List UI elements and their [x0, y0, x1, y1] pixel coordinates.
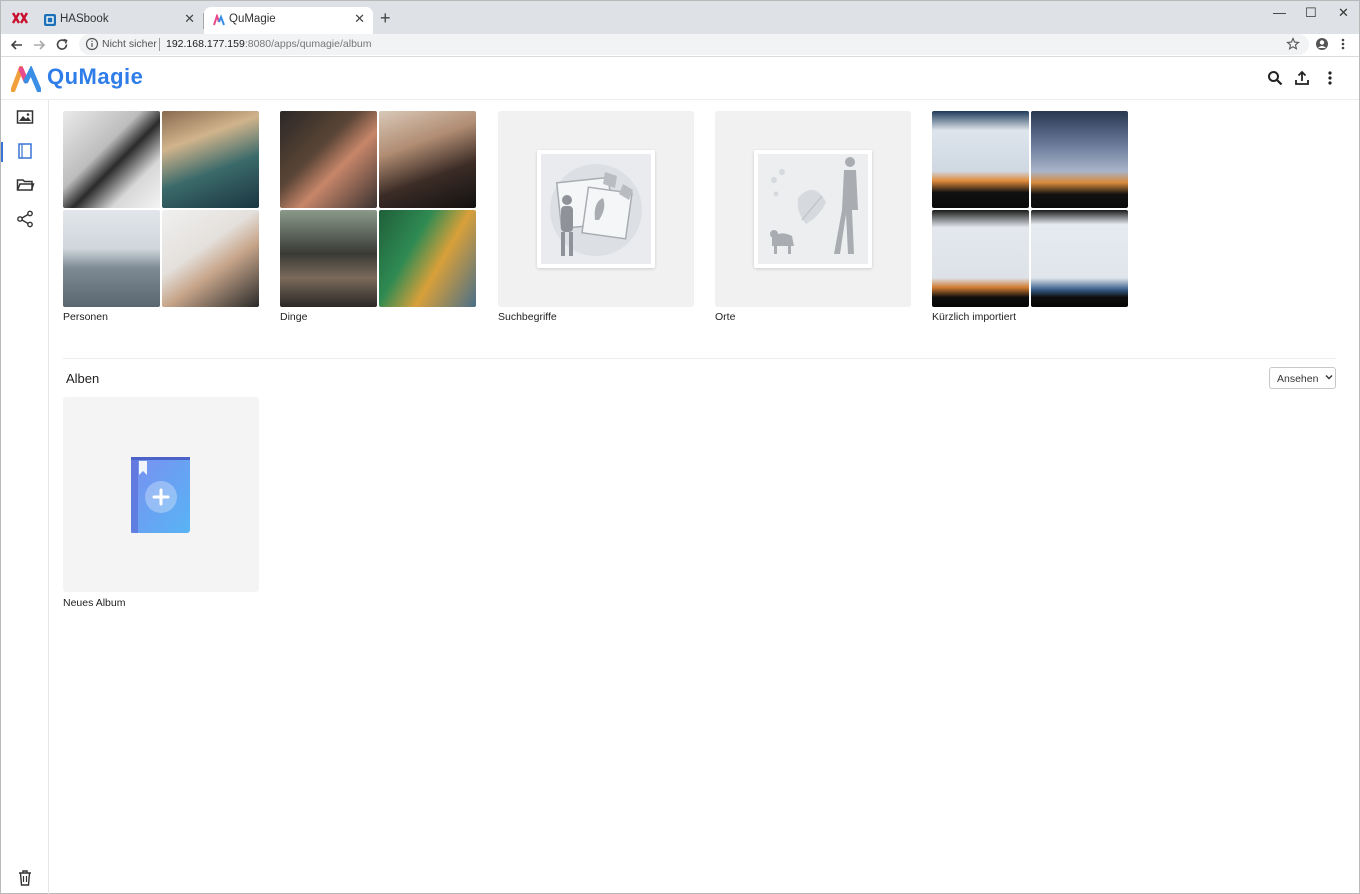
- thing-photo: [379, 111, 476, 208]
- bookmark-star-icon[interactable]: [1286, 37, 1300, 51]
- imported-photo: [1031, 210, 1128, 307]
- tab-title: QuMagie: [229, 13, 276, 25]
- info-icon[interactable]: [85, 37, 99, 51]
- tile-label: Personen: [63, 311, 108, 323]
- tile-label: Orte: [715, 311, 735, 323]
- left-sidebar: [1, 100, 49, 894]
- omnibox-divider: [159, 38, 160, 51]
- tile-orte[interactable]: [715, 111, 911, 307]
- tab-hasbook[interactable]: HASbook ✕: [35, 7, 203, 34]
- trash-icon[interactable]: [17, 869, 33, 887]
- active-indicator: [1, 142, 3, 162]
- thing-photo: [280, 210, 377, 307]
- photos-icon[interactable]: [15, 107, 35, 127]
- chevron-down-icon: [1324, 372, 1334, 382]
- places-illustration: [754, 150, 872, 268]
- tags-placeholder-icon: [537, 150, 655, 268]
- address-bar[interactable]: Nicht sicher 192.168.177.159:8080/apps/q…: [79, 34, 1309, 55]
- tile-label: Kürzlich importiert: [932, 311, 1016, 323]
- view-dropdown-button[interactable]: Ansehen: [1269, 367, 1336, 389]
- person-photo: [162, 210, 259, 307]
- tile-dinge[interactable]: [280, 111, 476, 307]
- tile-label: Suchbegriffe: [498, 311, 557, 323]
- more-options-icon[interactable]: [1322, 70, 1338, 86]
- tab-title: HASbook: [60, 13, 109, 25]
- x-logo-icon[interactable]: [11, 10, 29, 26]
- imported-photo: [932, 111, 1029, 208]
- person-photo: [162, 111, 259, 208]
- tile-label: Dinge: [280, 311, 307, 323]
- tile-personen[interactable]: [63, 111, 259, 307]
- minimize-icon[interactable]: —: [1273, 5, 1286, 20]
- thing-photo: [280, 111, 377, 208]
- person-photo: [63, 111, 160, 208]
- security-label: Nicht sicher: [102, 38, 157, 50]
- share-icon[interactable]: [15, 209, 35, 229]
- tags-illustration: [537, 150, 655, 268]
- app-header: QuMagie: [1, 58, 1359, 100]
- places-placeholder-icon: [754, 150, 872, 268]
- reload-icon[interactable]: [53, 36, 71, 54]
- thing-photo: [379, 210, 476, 307]
- albums-icon[interactable]: [15, 141, 35, 161]
- folder-icon[interactable]: [15, 175, 35, 195]
- imported-photo: [932, 210, 1029, 307]
- new-tab-icon[interactable]: +: [380, 9, 391, 27]
- tab-strip: HASbook ✕ QuMagie ✕ + — ☐ ✕: [1, 1, 1359, 34]
- browser-toolbar: Nicht sicher 192.168.177.159:8080/apps/q…: [1, 34, 1359, 57]
- url-text: 192.168.177.159:8080/apps/qumagie/album: [166, 38, 372, 50]
- new-album-card[interactable]: [63, 397, 259, 592]
- section-divider: [63, 358, 1336, 359]
- qumagie-favicon-icon: [213, 14, 225, 26]
- qumagie-logo-icon[interactable]: [11, 66, 41, 92]
- tile-kuerzlich-importiert[interactable]: [932, 111, 1128, 307]
- search-icon[interactable]: [1267, 70, 1283, 86]
- upload-icon[interactable]: [1294, 70, 1310, 86]
- person-photo: [63, 210, 160, 307]
- close-tab-icon[interactable]: ✕: [354, 11, 365, 27]
- app-title: QuMagie: [47, 64, 143, 90]
- close-window-icon[interactable]: ✕: [1338, 5, 1349, 21]
- hasbook-favicon-icon: [44, 14, 56, 26]
- forward-icon[interactable]: [30, 36, 48, 54]
- new-album-label: Neues Album: [63, 597, 125, 609]
- view-button-label: Ansehen: [1277, 373, 1318, 385]
- tab-qumagie[interactable]: QuMagie ✕: [204, 7, 373, 34]
- maximize-icon[interactable]: ☐: [1305, 5, 1317, 21]
- imported-photo: [1031, 111, 1128, 208]
- profile-icon[interactable]: [1315, 37, 1329, 51]
- add-album-book-icon: [129, 455, 191, 535]
- close-tab-icon[interactable]: ✕: [184, 11, 195, 27]
- tile-suchbegriffe[interactable]: [498, 111, 694, 307]
- browser-menu-icon[interactable]: [1339, 37, 1347, 51]
- browser-window: HASbook ✕ QuMagie ✕ + — ☐ ✕: [0, 0, 1360, 894]
- back-icon[interactable]: [8, 36, 26, 54]
- section-title-albums: Alben: [66, 371, 99, 386]
